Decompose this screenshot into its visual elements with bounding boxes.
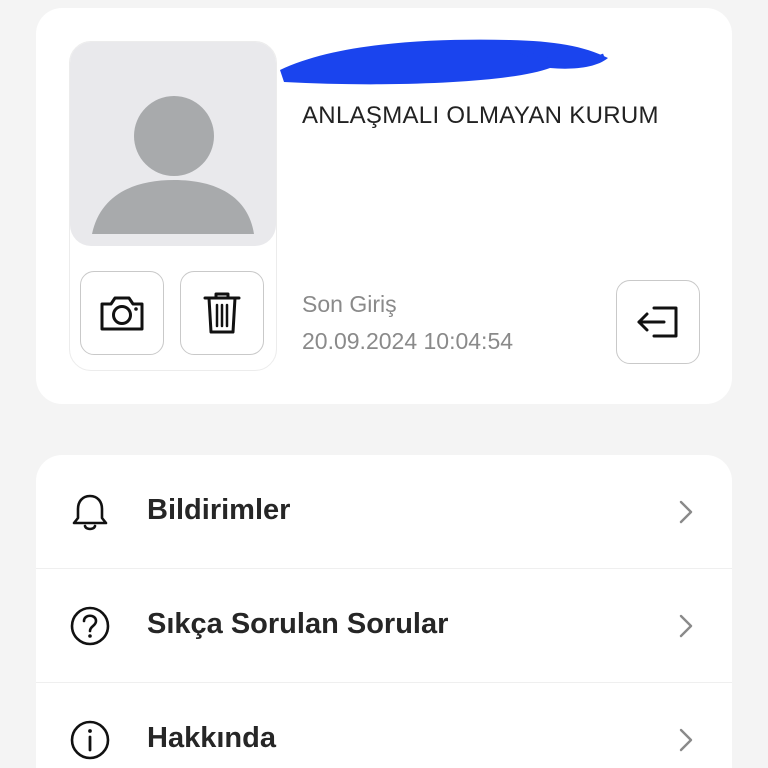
- question-circle-icon: [70, 606, 110, 646]
- organization-name: ANLAŞMALI OLMAYAN KURUM: [302, 102, 659, 129]
- chevron-right-icon: [679, 728, 693, 752]
- trash-icon: [203, 292, 241, 334]
- delete-photo-button[interactable]: [180, 271, 264, 355]
- menu-item-faq[interactable]: Sıkça Sorulan Sorular: [36, 569, 732, 682]
- menu-item-label: Hakkında: [147, 722, 276, 754]
- avatar-placeholder-icon: [92, 96, 254, 234]
- chevron-right-icon: [679, 500, 693, 524]
- menu-item-label: Bildirimler: [147, 494, 291, 526]
- camera-icon: [100, 296, 144, 331]
- menu-item-notifications[interactable]: Bildirimler: [36, 455, 732, 568]
- logout-icon: [637, 306, 678, 338]
- menu-item-about[interactable]: Hakkında: [36, 683, 732, 768]
- avatar-panel: [69, 41, 277, 371]
- avatar: [70, 42, 276, 246]
- menu-card: Bildirimler Sıkça Sorulan Sorular Hakkın…: [36, 455, 732, 768]
- menu-item-label: Sıkça Sorulan Sorular: [147, 608, 449, 640]
- redaction-mark: [280, 39, 608, 85]
- last-login-label: Son Giriş: [302, 291, 397, 317]
- info-circle-icon: [70, 720, 110, 760]
- profile-card: ANLAŞMALI OLMAYAN KURUM Son Giriş 20.09.…: [36, 8, 732, 404]
- chevron-right-icon: [679, 614, 693, 638]
- camera-button[interactable]: [80, 271, 164, 355]
- bell-icon: [72, 494, 108, 531]
- logout-button[interactable]: [616, 280, 700, 364]
- last-login-timestamp: 20.09.2024 10:04:54: [302, 328, 514, 354]
